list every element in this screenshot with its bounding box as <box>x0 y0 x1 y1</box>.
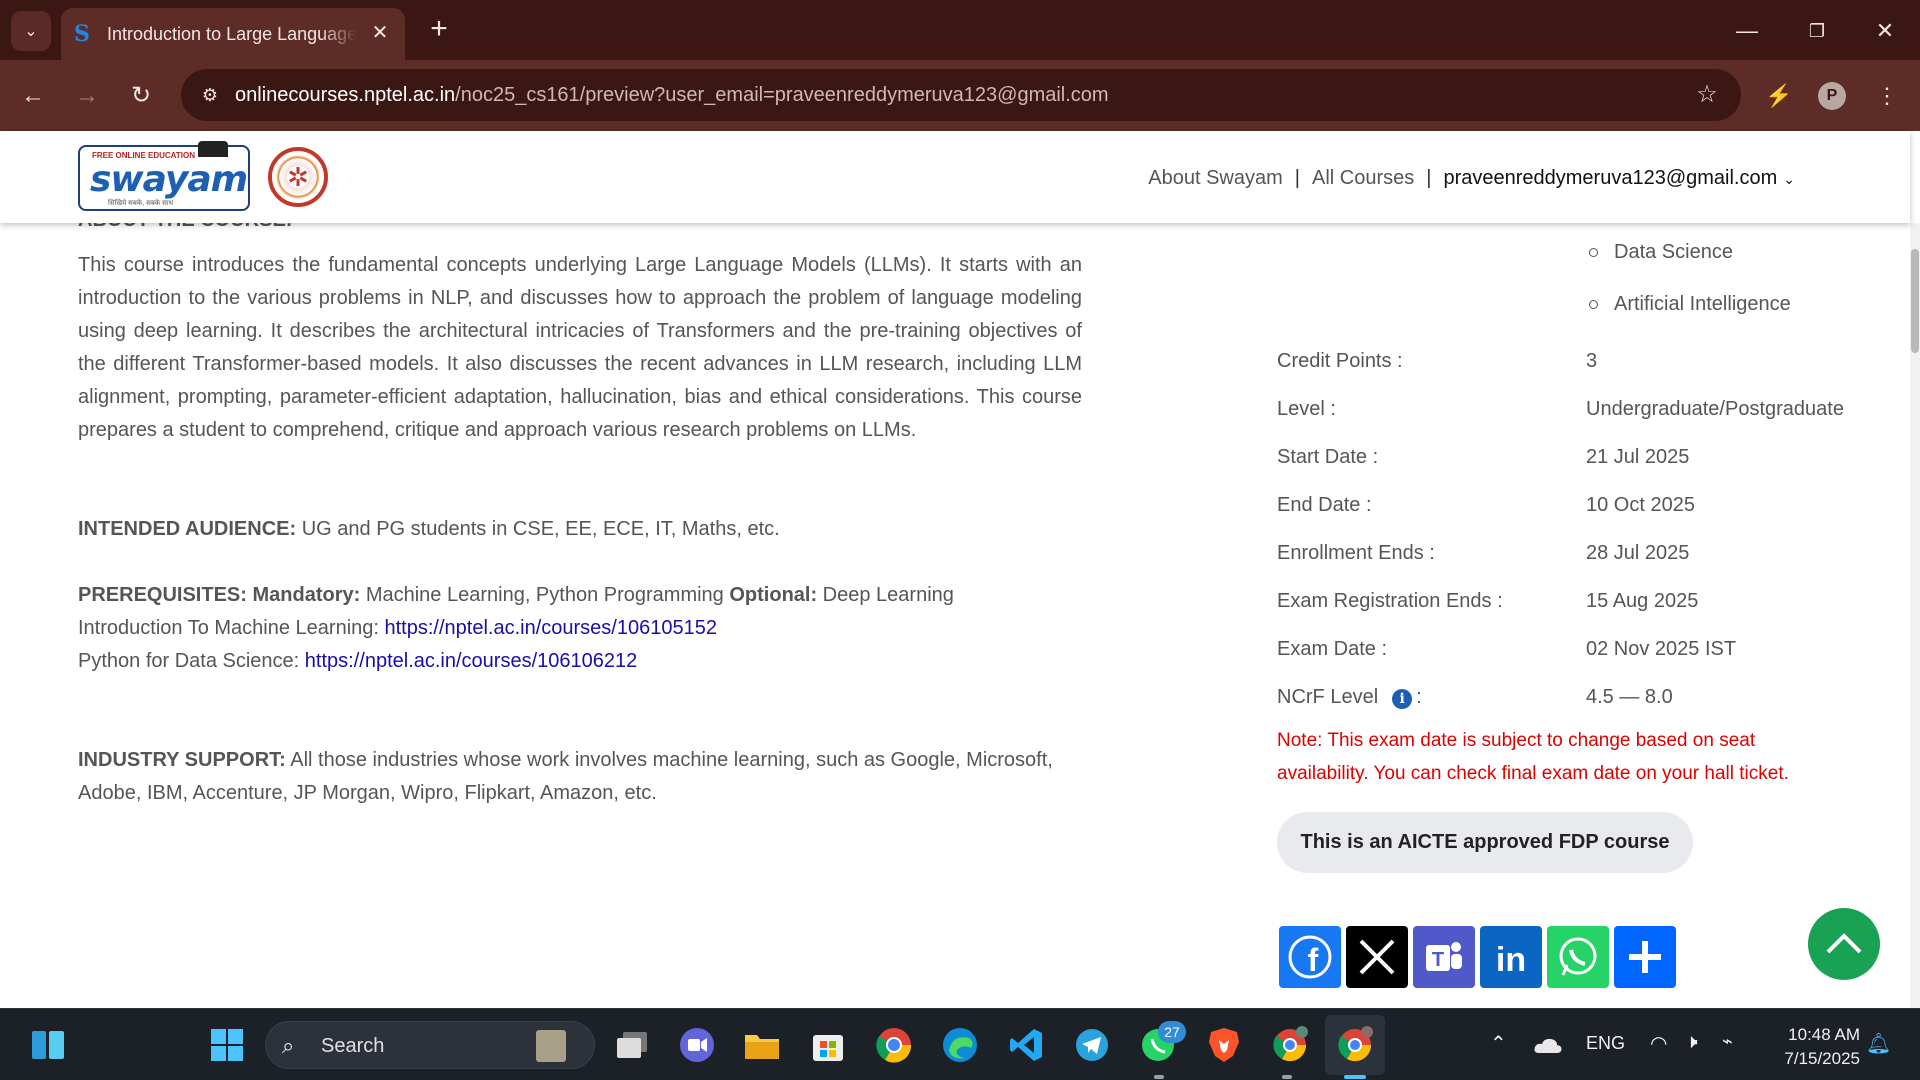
topic-item: Data Science <box>1589 241 1733 264</box>
start-windows-icon[interactable] <box>205 1023 249 1067</box>
tab-search-dropdown-icon[interactable]: ⌄ <box>11 11 51 51</box>
ncrf-level-row: NCrF Level i: 4.5 — 8.0 <box>1277 686 1673 709</box>
taskbar-search[interactable]: ⌕ Search <box>265 1021 595 1069</box>
running-indicator <box>1282 1075 1292 1079</box>
prereq-paragraph: PREREQUISITES: Mandatory: Machine Learni… <box>78 584 954 606</box>
vscode-icon[interactable] <box>1004 1023 1048 1067</box>
restore-window-icon[interactable]: ❐ <box>1800 14 1834 48</box>
scroll-to-top-button[interactable] <box>1808 908 1880 980</box>
task-view-icon[interactable] <box>610 1023 654 1067</box>
nav-all-courses[interactable]: All Courses <box>1312 167 1414 190</box>
tab-title: Introduction to Large Language Models (L… <box>107 24 357 44</box>
chrome-active-icon[interactable] <box>1333 1023 1377 1067</box>
swayam-favicon-icon: S <box>74 21 90 47</box>
tab-close-icon[interactable]: ✕ <box>367 20 393 46</box>
top-navigation: About Swayam | All Courses | praveenredd… <box>1148 166 1795 190</box>
notification-count-badge: 27 <box>1158 1021 1186 1043</box>
ml-intro-line: Introduction To Machine Learning: https:… <box>78 617 717 639</box>
reload-icon[interactable]: ↻ <box>122 77 160 115</box>
wifi-icon[interactable]: ◠ <box>1650 1031 1667 1056</box>
chevron-up-icon <box>1826 933 1862 954</box>
battery-charging-icon[interactable]: ⌁ <box>1722 1031 1733 1052</box>
about-text: This course introduces the fundamental c… <box>78 254 1082 441</box>
onedrive-cloud-icon[interactable] <box>1526 1023 1570 1067</box>
svg-text:T: T <box>1432 949 1444 971</box>
level-row: Level : Undergraduate/Postgraduate <box>1277 398 1844 420</box>
circle-bullet-icon <box>1589 248 1598 257</box>
bookmark-star-icon[interactable]: ☆ <box>1693 81 1721 109</box>
active-indicator <box>1344 1075 1366 1079</box>
end-date-row: End Date :10 Oct 2025 <box>1277 494 1695 516</box>
browser-toolbar: ← → ↻ ⚙ onlinecourses.nptel.ac.in/noc25_… <box>0 60 1920 131</box>
exam-registration-ends-row: Exam Registration Ends :15 Aug 2025 <box>1277 590 1699 612</box>
exam-date-note: Note: This exam date is subject to chang… <box>1277 730 1789 784</box>
nav-about-swayam[interactable]: About Swayam <box>1148 167 1283 190</box>
industry-paragraph: INDUSTRY SUPPORT: All those industries w… <box>78 749 1053 804</box>
exam-date-row: Exam Date :02 Nov 2025 IST <box>1277 638 1737 660</box>
share-plus-icon[interactable] <box>1614 926 1676 988</box>
course-content: ABOUT THE COURSE: This course introduces… <box>0 223 1920 1008</box>
running-indicator <box>1154 1075 1164 1079</box>
teams-icon[interactable]: T <box>1413 926 1475 988</box>
search-icon: ⌕ <box>282 1033 295 1058</box>
info-icon[interactable]: i <box>1392 689 1413 709</box>
page-scrollbar[interactable] <box>1910 223 1920 1008</box>
search-highlight-icon <box>536 1030 566 1062</box>
credit-points-row: Credit Points :3 <box>1277 350 1598 372</box>
pyds-course-link[interactable]: https://nptel.ac.in/courses/106106212 <box>305 650 637 672</box>
address-bar[interactable]: ⚙ onlinecourses.nptel.ac.in/noc25_cs161/… <box>181 69 1741 121</box>
brave-icon[interactable] <box>1202 1023 1246 1067</box>
edge-icon[interactable] <box>938 1023 982 1067</box>
pyds-line: Python for Data Science: https://nptel.a… <box>78 650 638 672</box>
new-tab-button[interactable]: + <box>422 12 456 46</box>
close-window-icon[interactable]: ✕ <box>1868 14 1902 48</box>
browser-tab-bar: ⌄ S Introduction to Large Language Model… <box>0 0 1920 60</box>
system-clock[interactable]: 10:48 AM 7/15/2025 <box>1760 1023 1860 1071</box>
ministry-emblem-logo: ✲ <box>268 147 328 207</box>
minimize-window-icon[interactable]: — <box>1730 14 1764 48</box>
forward-arrow-icon[interactable]: → <box>68 77 106 115</box>
enrollment-ends-row: Enrollment Ends :28 Jul 2025 <box>1277 542 1690 564</box>
widgets-icon[interactable] <box>26 1023 70 1067</box>
language-indicator[interactable]: ENG <box>1586 1033 1625 1054</box>
topic-item: Artificial Intelligence <box>1589 293 1791 316</box>
about-heading: ABOUT THE COURSE: <box>78 223 292 232</box>
show-hidden-icons-chevron-icon[interactable]: ⌃ <box>1490 1031 1507 1056</box>
audience-paragraph: INTENDED AUDIENCE: UG and PG students in… <box>78 518 780 540</box>
svg-text:in: in <box>1496 941 1526 979</box>
svg-text:f: f <box>1308 942 1319 978</box>
start-date-row: Start Date :21 Jul 2025 <box>1277 446 1690 468</box>
user-menu[interactable]: praveenreddymeruva123@gmail.com ⌄ <box>1443 167 1795 190</box>
file-explorer-icon[interactable] <box>740 1023 784 1067</box>
chrome-profile-icon[interactable] <box>1268 1023 1312 1067</box>
performance-icon[interactable]: ⚡ <box>1760 77 1798 115</box>
telegram-icon[interactable] <box>1070 1023 1114 1067</box>
back-arrow-icon[interactable]: ← <box>14 77 52 115</box>
circle-bullet-icon <box>1589 300 1598 309</box>
graduation-cap-icon <box>198 141 228 157</box>
volume-muted-icon[interactable]: 🕨 <box>1685 1031 1698 1054</box>
teams-chat-icon[interactable] <box>675 1023 719 1067</box>
fdp-badge: This is an AICTE approved FDP course <box>1277 812 1693 873</box>
more-menu-icon[interactable]: ⋮ <box>1868 77 1906 115</box>
share-buttons: f T in <box>1279 926 1676 988</box>
ml-course-link[interactable]: https://nptel.ac.in/courses/106105152 <box>385 617 717 639</box>
facebook-icon[interactable]: f <box>1279 926 1341 988</box>
site-info-icon[interactable]: ⚙ <box>197 82 223 108</box>
windows-taskbar: ⌕ Search 27 ⌃ ENG ◠ 🕨 ⌁ 10:48 AM 7/15/20… <box>0 1008 1920 1080</box>
scrollbar-thumb[interactable] <box>1911 249 1919 353</box>
browser-tab-active[interactable]: S Introduction to Large Language Models … <box>61 8 405 60</box>
url-text[interactable]: onlinecourses.nptel.ac.in/noc25_cs161/pr… <box>235 82 1109 108</box>
notification-bell-icon[interactable]: 🔔︎ <box>1866 1031 1891 1056</box>
chevron-down-icon: ⌄ <box>1783 170 1795 187</box>
microsoft-store-icon[interactable] <box>806 1023 850 1067</box>
swayam-logo[interactable]: FREE ONLINE EDUCATION swayam सिखिये सबके… <box>78 141 250 211</box>
profile-avatar[interactable]: P <box>1818 82 1846 110</box>
linkedin-icon[interactable]: in <box>1480 926 1542 988</box>
x-icon[interactable] <box>1346 926 1408 988</box>
whatsapp-icon[interactable] <box>1547 926 1609 988</box>
chrome-icon[interactable] <box>872 1023 916 1067</box>
emblem-star-icon: ✲ <box>287 162 309 192</box>
site-header: FREE ONLINE EDUCATION swayam सिखिये सबके… <box>0 131 1910 223</box>
